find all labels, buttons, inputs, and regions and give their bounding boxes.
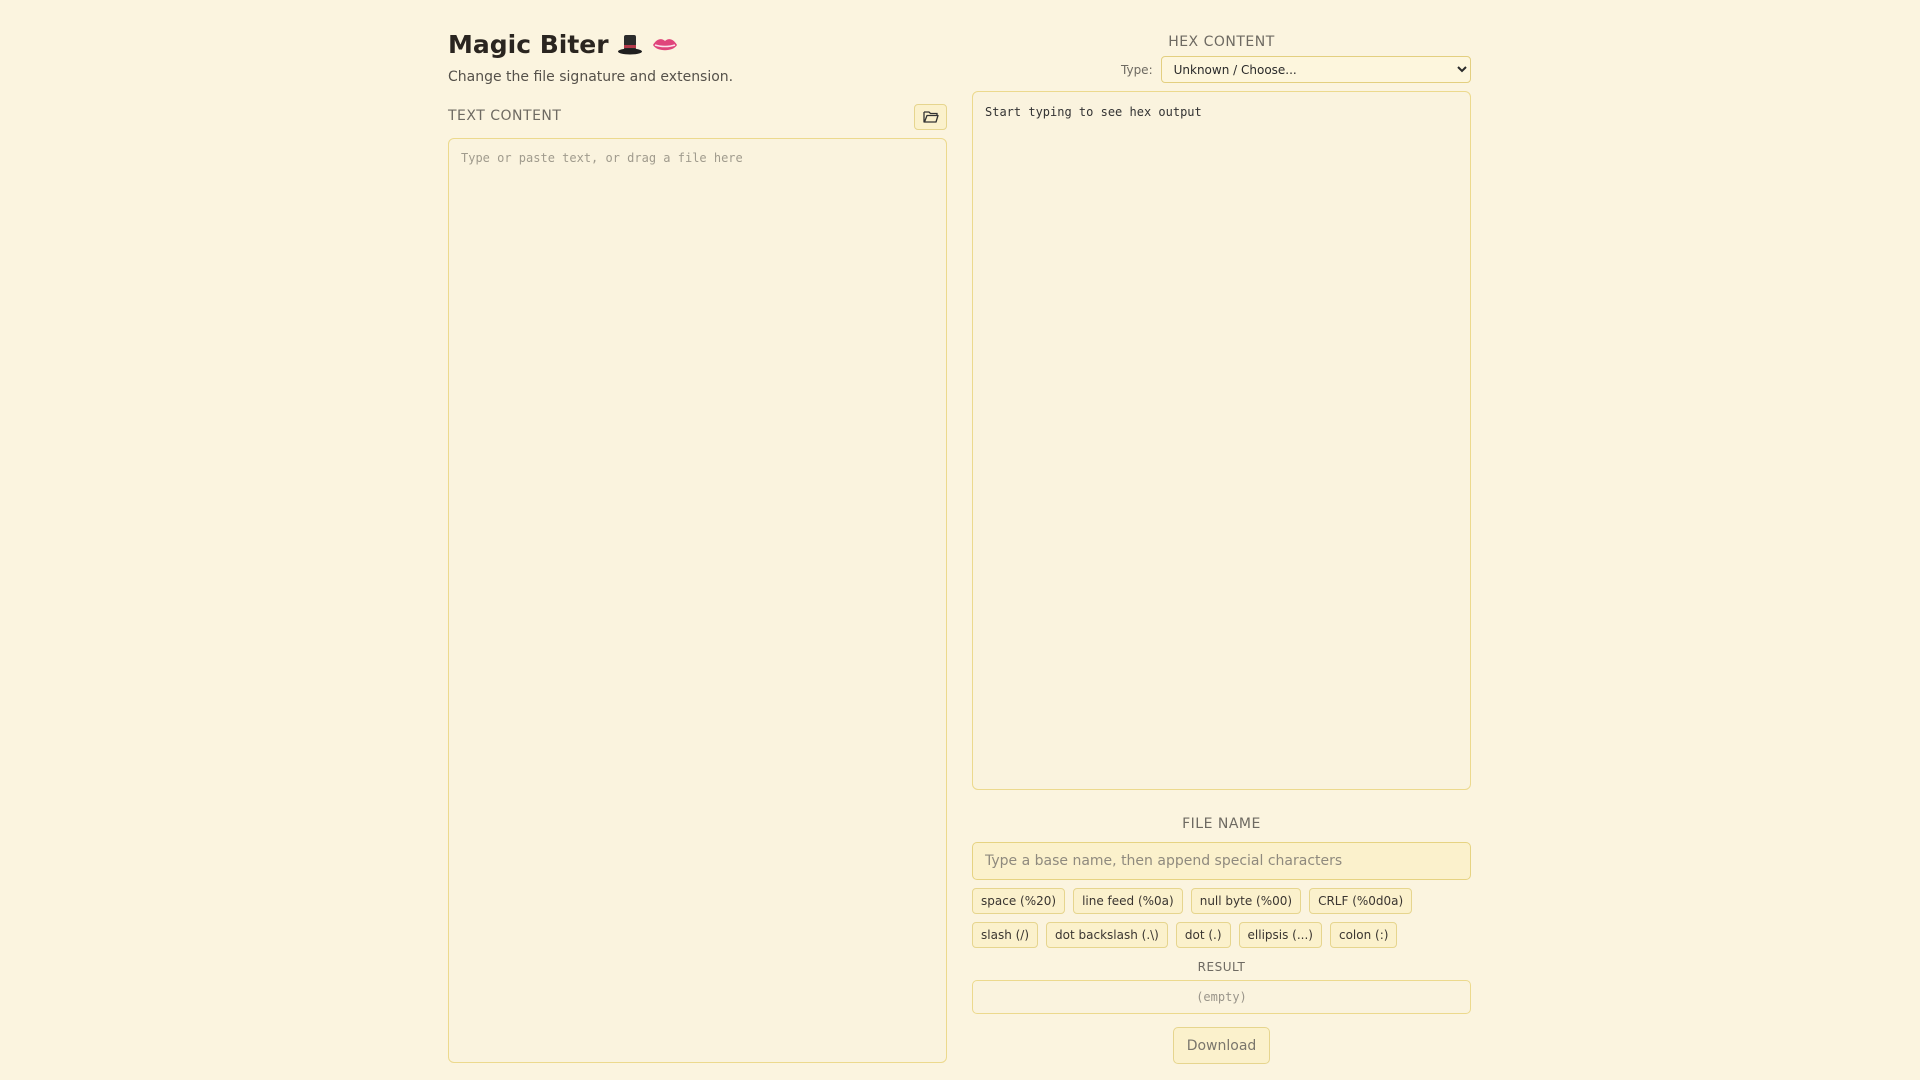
text-content-label: TEXT CONTENT (448, 108, 562, 124)
app-title: Magic Biter (448, 30, 609, 59)
chip-ellipsis[interactable]: ellipsis (...) (1238, 922, 1322, 948)
page: Magic Biter Change the file signature an… (0, 0, 1920, 1080)
chip-crlf[interactable]: CRLF (%0d0a) (1309, 888, 1413, 914)
open-file-button[interactable] (914, 104, 947, 130)
page-title: Magic Biter (448, 30, 679, 59)
hex-output-text: Start typing to see hex output (985, 105, 1202, 119)
result-label: RESULT (1197, 960, 1246, 974)
chip-null-byte[interactable]: null byte (%00) (1190, 888, 1302, 914)
file-name-label: FILE NAME (1182, 816, 1261, 832)
hex-output[interactable]: Start typing to see hex output (972, 91, 1471, 790)
chip-line-feed[interactable]: line feed (%0a) (1073, 888, 1183, 914)
file-type-select[interactable]: Unknown / Choose... (1160, 56, 1471, 83)
chip-dot[interactable]: dot (.) (1175, 922, 1231, 948)
special-chars-row-2: slash (/) dot backslash (.\) dot (.) ell… (972, 922, 1398, 948)
page-subtitle: Change the file signature and extension. (448, 69, 734, 85)
folder-open-icon (922, 108, 939, 127)
top-hat-icon (617, 33, 643, 57)
text-content-input[interactable] (448, 138, 947, 1063)
chip-dot-backslash[interactable]: dot backslash (.\) (1046, 922, 1168, 948)
result-output: (empty) (972, 980, 1471, 1014)
result-value: (empty) (1196, 990, 1247, 1004)
file-name-input[interactable] (972, 842, 1471, 880)
hex-content-label: HEX CONTENT (1168, 34, 1275, 50)
lips-icon (651, 35, 679, 55)
type-label: Type: (1121, 62, 1153, 77)
special-chars-row-1: space (%20) line feed (%0a) null byte (%… (972, 888, 1413, 914)
download-button[interactable]: Download (1173, 1027, 1270, 1064)
chip-slash[interactable]: slash (/) (972, 922, 1039, 948)
chip-space[interactable]: space (%20) (972, 888, 1066, 914)
chip-colon[interactable]: colon (:) (1329, 922, 1398, 948)
type-row: Type: Unknown / Choose... (1121, 56, 1471, 83)
